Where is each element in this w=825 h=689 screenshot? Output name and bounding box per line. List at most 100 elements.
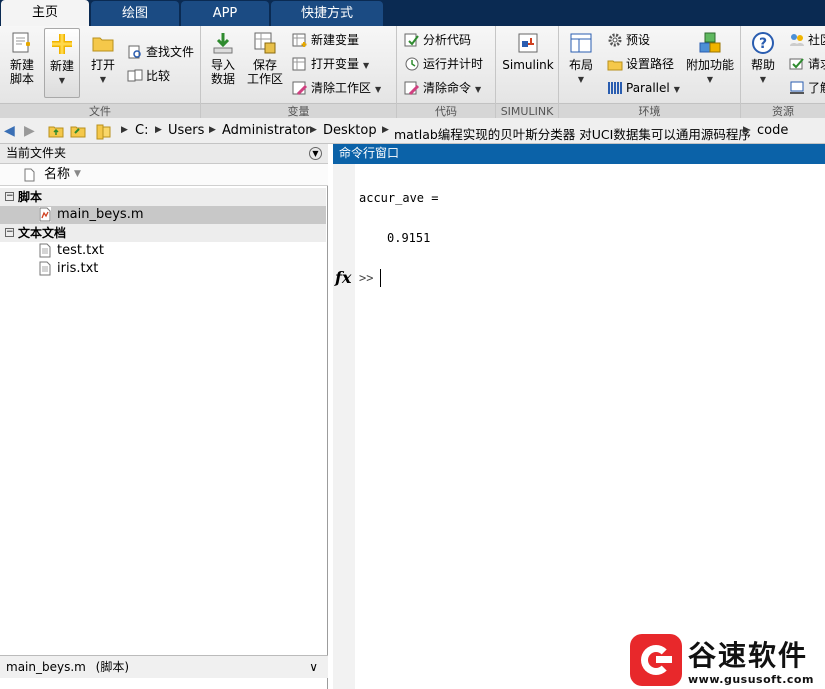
command-window[interactable]: 命令行窗口 accur_ave = 0.9151 fx >> — [333, 144, 825, 689]
find-files-button[interactable]: 查找文件 — [127, 42, 194, 62]
group-text-docs[interactable]: − 文本文档 — [0, 224, 326, 242]
addons-label: 附加功能 — [685, 58, 734, 72]
community-icon — [790, 34, 804, 46]
text-file-icon — [39, 243, 51, 258]
path-folder-icon — [96, 124, 111, 140]
plus-icon — [52, 34, 72, 54]
resources-section: ? 帮助 ▼ 社区 请求 了解 资源 — [741, 26, 825, 118]
simulink-label: Simulink — [502, 58, 554, 72]
breadcrumb-desktop[interactable]: Desktop — [323, 123, 377, 138]
clear-workspace-label: 清除工作区 — [311, 81, 372, 95]
open-variable-button[interactable]: 打开变量 ▼ — [292, 54, 369, 74]
save-workspace-icon — [254, 32, 276, 54]
file-item-label: iris.txt — [57, 261, 99, 276]
chevron-down-icon: ▼ — [759, 75, 767, 84]
back-arrow-icon[interactable]: ◀ — [4, 123, 15, 139]
new-variable-label: 新建变量 — [311, 33, 360, 47]
tab-apps[interactable]: APP — [181, 1, 269, 26]
find-files-icon — [128, 45, 141, 59]
chevron-down-icon: ▼ — [577, 75, 585, 84]
breadcrumb-project-folder[interactable]: matlab编程实现的贝叶斯分类器 对UCI数据集可以通用源码程序 — [394, 124, 751, 143]
set-path-button[interactable]: 设置路径 — [607, 54, 674, 74]
watermark-url: www.gususoft.com — [688, 673, 814, 686]
chevron-down-icon: ▼ — [58, 76, 66, 85]
layout-button[interactable]: 布局 ▼ — [565, 28, 597, 87]
new-variable-button[interactable]: 新建变量 — [292, 30, 359, 50]
help-button[interactable]: ? 帮助 ▼ — [747, 28, 779, 87]
group-scripts[interactable]: − 脚本 — [0, 188, 326, 206]
analyze-code-button[interactable]: 分析代码 — [404, 30, 471, 50]
browse-folder-icon[interactable] — [70, 123, 86, 139]
tab-strip: 主页 绘图 APP 快捷方式 — [0, 0, 825, 26]
chevron-down-icon: ▼ — [99, 75, 107, 84]
breadcrumb-drive[interactable]: C: — [135, 123, 148, 138]
tab-shortcuts[interactable]: 快捷方式 — [271, 1, 383, 26]
file-item[interactable]: main_beys.m — [0, 206, 326, 224]
command-window-header: 命令行窗口 — [333, 144, 825, 164]
new-button[interactable]: 新建 ▼ — [44, 28, 80, 98]
chevron-down-icon[interactable]: ∨ — [309, 656, 318, 678]
collapse-toggle-icon[interactable]: − — [5, 228, 14, 237]
new-script-label-1: 新建 — [9, 58, 34, 72]
new-script-button[interactable]: 新建 脚本 — [4, 28, 40, 86]
find-files-label: 查找文件 — [146, 45, 195, 59]
import-label-2: 数据 — [210, 72, 235, 86]
folder-icon — [92, 37, 114, 52]
new-variable-icon — [292, 33, 307, 47]
tab-home[interactable]: 主页 — [1, 0, 89, 26]
compare-button[interactable]: 比较 — [127, 66, 170, 86]
open-button[interactable]: 打开 ▼ — [86, 28, 120, 87]
sort-arrow-icon[interactable]: ▼ — [74, 164, 81, 185]
command-window-gutter — [333, 164, 355, 689]
clock-icon — [405, 57, 419, 71]
tab-plots[interactable]: 绘图 — [91, 1, 179, 26]
request-support-button[interactable]: 请求 — [789, 54, 825, 74]
preferences-button[interactable]: 预设 — [607, 30, 650, 50]
output-value-line: 0.9151 — [387, 231, 431, 245]
layout-icon — [570, 33, 592, 53]
path-separator-icon: ▶ — [155, 125, 162, 135]
parallel-label: Parallel — [626, 81, 670, 95]
parallel-icon — [608, 82, 622, 94]
breadcrumb-administrator[interactable]: Administrator — [222, 123, 311, 138]
column-name-header[interactable]: 名称 — [44, 164, 70, 185]
collapse-toggle-icon[interactable]: − — [5, 192, 14, 201]
new-script-icon — [12, 32, 30, 53]
file-item[interactable]: test.txt — [0, 242, 326, 260]
save-workspace-label-2: 工作区 — [246, 72, 283, 86]
import-data-button[interactable]: 导入 数据 — [207, 28, 239, 86]
breadcrumb-users[interactable]: Users — [168, 123, 204, 138]
community-label: 社区 — [808, 33, 825, 47]
environment-section: 布局 ▼ 预设 设置路径 Parallel ▼ 附加功能 ▼ 环境 — [559, 26, 741, 118]
community-button[interactable]: 社区 — [789, 30, 825, 50]
breadcrumb-code[interactable]: code — [757, 123, 788, 138]
layout-label: 布局 — [568, 58, 593, 72]
clear-workspace-button[interactable]: 清除工作区 ▼ — [292, 78, 381, 98]
clear-commands-button[interactable]: 清除命令 ▼ — [404, 78, 481, 98]
file-item[interactable]: iris.txt — [0, 260, 326, 278]
help-icon: ? — [752, 32, 774, 54]
watermark-name: 谷速软件 — [688, 639, 809, 672]
matlab-window: 主页 绘图 APP 快捷方式 新建 脚本 新建 ▼ 打开 ▼ 查找文件 比较 文… — [0, 0, 825, 689]
run-and-time-label: 运行并计时 — [423, 57, 484, 71]
run-and-time-button[interactable]: 运行并计时 — [404, 54, 483, 74]
addons-button[interactable]: 附加功能 ▼ — [685, 28, 735, 87]
up-folder-icon[interactable] — [48, 123, 64, 139]
parallel-button[interactable]: Parallel ▼ — [607, 78, 680, 98]
save-workspace-label-1: 保存 — [252, 58, 277, 72]
simulink-button[interactable]: Simulink — [502, 28, 554, 72]
file-section-label: 文件 — [0, 103, 200, 118]
learn-button[interactable]: 了解 — [789, 78, 825, 98]
panel-menu-chevron-icon[interactable]: ▼ — [309, 147, 322, 160]
file-type-column-icon — [24, 168, 35, 182]
details-bar[interactable]: main_beys.m (脚本) ∨ — [0, 655, 328, 678]
forward-arrow-icon[interactable]: ▶ — [24, 123, 35, 139]
function-browser-icon[interactable]: fx — [335, 268, 351, 287]
save-workspace-button[interactable]: 保存 工作区 — [245, 28, 285, 86]
text-file-icon — [39, 261, 51, 276]
simulink-section-label: SIMULINK — [496, 103, 558, 118]
chevron-down-icon: ▼ — [363, 61, 370, 70]
path-separator-icon: ▶ — [209, 125, 216, 135]
group-scripts-label: 脚本 — [18, 190, 43, 204]
chevron-down-icon: ▼ — [673, 85, 680, 94]
